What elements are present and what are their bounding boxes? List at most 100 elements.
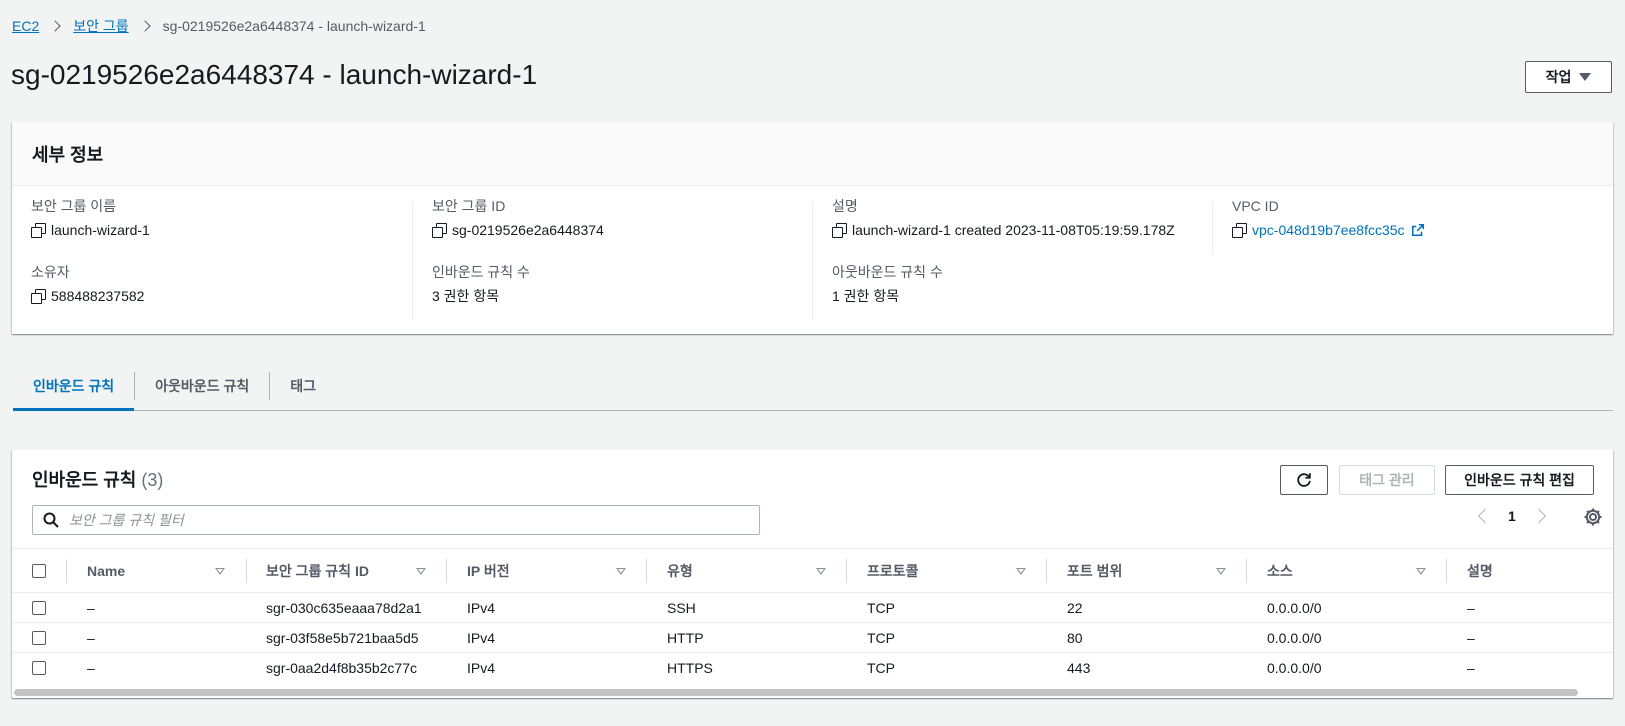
breadcrumb-current: sg-0219526e2a6448374 - launch-wizard-1: [162, 18, 426, 34]
rules-count: (3): [141, 470, 164, 490]
cell-description: –: [1467, 659, 1475, 676]
owner-field: 소유자 588488237582: [31, 263, 144, 305]
group-id-value: sg-0219526e2a6448374: [452, 222, 604, 238]
caret-down-icon: [1579, 73, 1592, 81]
outbound-count-field: 아웃바운드 규칙 수 1 권한 항목: [832, 263, 943, 305]
row-checkbox[interactable]: [32, 630, 46, 645]
gear-icon[interactable]: [1583, 507, 1603, 527]
refresh-button[interactable]: [1280, 465, 1328, 495]
column-divider: [1046, 559, 1047, 583]
cell-name: –: [87, 629, 95, 646]
column-divider: [66, 559, 67, 583]
outbound-count-value: 1 권한 항목: [832, 288, 900, 304]
sort-icon[interactable]: [1216, 549, 1226, 593]
vpc-id-label: VPC ID: [1232, 198, 1279, 214]
external-link-icon[interactable]: [1411, 223, 1425, 237]
vpc-id-link[interactable]: vpc-048d19b7ee8fcc35c: [1252, 221, 1405, 239]
search-input[interactable]: [69, 512, 719, 528]
vpc-id-field: VPC ID vpc-048d19b7ee8fcc35c: [1232, 197, 1425, 239]
cell-source: 0.0.0.0/0: [1267, 599, 1322, 616]
cell-name: –: [87, 599, 95, 616]
chevron-right-icon[interactable]: [1531, 508, 1546, 524]
cell-protocol: TCP: [867, 599, 895, 616]
breadcrumb-ec2-link[interactable]: EC2: [12, 18, 39, 34]
manage-tags-button[interactable]: 태그 관리: [1339, 465, 1435, 495]
column-header-ip-version[interactable]: IP 버전: [467, 549, 510, 593]
divider: [812, 202, 813, 320]
description-value: launch-wizard-1 created 2023-11-08T05:19…: [852, 222, 1175, 238]
copy-icon[interactable]: [1232, 223, 1247, 238]
sort-icon[interactable]: [816, 549, 826, 593]
sort-icon[interactable]: [215, 549, 225, 593]
current-page[interactable]: 1: [1508, 508, 1516, 524]
breadcrumb: EC2 보안 그룹 sg-0219526e2a6448374 - launch-…: [12, 17, 426, 35]
column-header-type[interactable]: 유형: [667, 549, 693, 593]
column-header-port-range[interactable]: 포트 범위: [1067, 549, 1122, 593]
tab-tags[interactable]: 태그: [270, 362, 336, 410]
cell-description: –: [1467, 599, 1475, 616]
sort-icon[interactable]: [1016, 549, 1026, 593]
sort-icon[interactable]: [616, 549, 626, 593]
actions-button[interactable]: 작업: [1525, 61, 1612, 93]
table-row[interactable]: – sgr-030c635eaaa78d2a1 IPv4 SSH TCP 22 …: [12, 593, 1613, 623]
cell-source: 0.0.0.0/0: [1267, 629, 1322, 646]
column-divider: [646, 559, 647, 583]
search-field: [32, 505, 760, 535]
cell-protocol: TCP: [867, 659, 895, 676]
divider: [412, 202, 413, 320]
column-header-rule-id[interactable]: 보안 그룹 규칙 ID: [266, 549, 369, 593]
group-id-field: 보안 그룹 ID sg-0219526e2a6448374: [432, 197, 604, 239]
sort-icon[interactable]: [1416, 549, 1426, 593]
column-divider: [1446, 559, 1447, 583]
copy-icon[interactable]: [31, 289, 46, 304]
tab-bar: 인바운드 규칙 아웃바운드 규칙 태그: [13, 362, 1613, 411]
column-divider: [1246, 559, 1247, 583]
chevron-right-icon: [49, 20, 61, 32]
tab-inbound-rules[interactable]: 인바운드 규칙: [13, 362, 135, 411]
group-name-field: 보안 그룹 이름 launch-wizard-1: [31, 197, 150, 239]
cell-port-range: 80: [1067, 629, 1083, 646]
inbound-rules-table: Name 보안 그룹 규칙 ID IP 버전 유형 프로토콜 포트 범위 소스 …: [12, 548, 1613, 683]
breadcrumb-security-groups-link[interactable]: 보안 그룹: [73, 16, 128, 36]
page-title: sg-0219526e2a6448374 - launch-wizard-1: [11, 59, 538, 90]
horizontal-scrollbar[interactable]: [14, 689, 1578, 696]
refresh-icon: [1297, 473, 1311, 487]
cell-rule-id: sgr-030c635eaaa78d2a1: [266, 599, 422, 616]
inbound-rules-card: 인바운드 규칙 (3) 태그 관리 인바운드 규칙 편집 1 Name: [12, 450, 1613, 698]
cell-type: HTTPS: [667, 659, 713, 676]
cell-rule-id: sgr-0aa2d4f8b35b2c77c: [266, 659, 418, 676]
group-name-label: 보안 그룹 이름: [31, 198, 117, 214]
copy-icon[interactable]: [31, 223, 46, 238]
rules-title-text: 인바운드 규칙: [32, 470, 137, 490]
chevron-left-icon[interactable]: [1477, 508, 1493, 524]
column-header-name[interactable]: Name: [87, 549, 125, 593]
column-header-source[interactable]: 소스: [1267, 549, 1293, 593]
group-id-label: 보안 그룹 ID: [432, 198, 506, 214]
column-header-description[interactable]: 설명: [1467, 549, 1493, 593]
divider: [1212, 202, 1213, 254]
group-name-value: launch-wizard-1: [51, 222, 150, 238]
chevron-right-icon: [138, 20, 151, 32]
pagination: 1: [1477, 508, 1546, 524]
cell-ip-version: IPv4: [467, 659, 496, 676]
row-checkbox[interactable]: [32, 600, 46, 615]
cell-description: –: [1467, 629, 1475, 646]
tab-outbound-rules[interactable]: 아웃바운드 규칙: [135, 362, 269, 410]
sort-icon[interactable]: [416, 549, 426, 593]
column-header-protocol[interactable]: 프로토콜: [867, 549, 919, 593]
select-all-checkbox[interactable]: [32, 564, 46, 578]
row-checkbox[interactable]: [32, 660, 46, 675]
edit-inbound-rules-button[interactable]: 인바운드 규칙 편집: [1445, 465, 1594, 495]
cell-ip-version: IPv4: [467, 599, 496, 616]
cell-name: –: [87, 659, 95, 676]
copy-icon[interactable]: [832, 223, 847, 238]
details-card: 세부 정보 보안 그룹 이름 launch-wizard-1 보안 그룹 ID …: [12, 122, 1613, 334]
details-header: 세부 정보: [12, 122, 1613, 186]
table-row[interactable]: – sgr-03f58e5b721baa5d5 IPv4 HTTP TCP 80…: [12, 623, 1613, 653]
copy-icon[interactable]: [432, 223, 447, 238]
description-field: 설명 launch-wizard-1 created 2023-11-08T05…: [832, 197, 1175, 239]
cell-ip-version: IPv4: [467, 629, 496, 646]
description-label: 설명: [832, 198, 858, 214]
search-icon: [43, 512, 59, 528]
table-row[interactable]: – sgr-0aa2d4f8b35b2c77c IPv4 HTTPS TCP 4…: [12, 653, 1613, 683]
